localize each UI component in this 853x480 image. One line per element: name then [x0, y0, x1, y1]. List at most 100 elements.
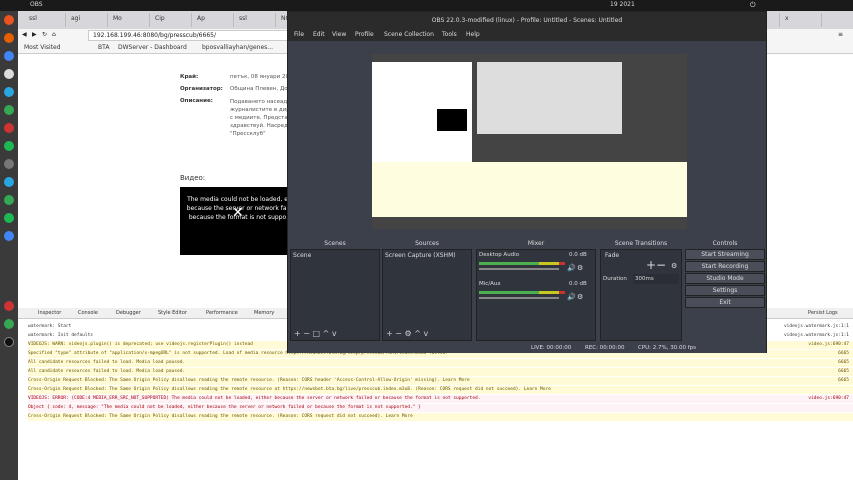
video-player[interactable]: The media could not be loaded, e because…: [180, 187, 295, 255]
source-item[interactable]: Screen Capture (XSHM): [385, 252, 471, 259]
add-icon[interactable]: +: [294, 329, 301, 338]
volume-slider[interactable]: [479, 268, 559, 270]
bookmark-genes[interactable]: bposvalliayhan/genes...: [202, 44, 273, 51]
volume-slider[interactable]: [479, 297, 559, 299]
sources-header: Sources: [382, 239, 472, 248]
obs-preview[interactable]: [372, 54, 687, 229]
exit-button[interactable]: Exit: [685, 297, 765, 308]
app-icon[interactable]: [4, 177, 14, 187]
app-icon[interactable]: [4, 231, 14, 241]
audio-meter: [539, 291, 559, 294]
console-message: VIDEOJS: ERROR: (CODE:4 MEDIA_ERR_SRC_NO…: [28, 396, 481, 401]
remove-icon[interactable]: −: [303, 329, 310, 338]
power-icon[interactable]: ⏻: [750, 1, 756, 10]
obs-menu-item[interactable]: Help: [466, 31, 480, 38]
console-source-link[interactable]: video.js:690:47: [808, 395, 849, 403]
obs-icon[interactable]: [4, 337, 14, 347]
settings-icon[interactable]: □: [313, 329, 321, 338]
app-icon[interactable]: [4, 301, 14, 311]
obs-menu-item[interactable]: Edit: [313, 31, 325, 38]
gear-icon[interactable]: ⚙: [405, 329, 412, 338]
files-icon[interactable]: [4, 69, 14, 79]
sources-panel: Screen Capture (XSHM) + − ⚙ ^ v: [382, 249, 472, 341]
obs-title: OBS 22.0.3-modified (linux) - Profile: U…: [288, 12, 766, 29]
console-line: Cross-Origin Request Blocked: The Same O…: [28, 413, 853, 421]
studio-mode-button[interactable]: Studio Mode: [685, 273, 765, 284]
console-source-link[interactable]: 6665: [838, 350, 849, 358]
duration-input[interactable]: 300ms: [633, 274, 679, 284]
browser-tab[interactable]: x: [782, 13, 822, 27]
back-icon[interactable]: ◀: [22, 31, 27, 38]
settings-button[interactable]: Settings: [685, 285, 765, 296]
console-source-link[interactable]: 6665: [838, 359, 849, 367]
bookmark-dwserver[interactable]: DWServer - Dashboard: [118, 44, 187, 51]
mixer-desktop-audio: Desktop Audio: [479, 252, 520, 258]
down-icon[interactable]: v: [332, 329, 337, 338]
devtools-tab[interactable]: Performance: [206, 310, 238, 316]
browser-tab[interactable]: ssl: [236, 13, 276, 27]
browser-tab[interactable]: Ap: [194, 13, 234, 27]
add-icon[interactable]: +: [386, 329, 393, 338]
firefox-icon[interactable]: [4, 33, 14, 43]
controls-header: Controls: [685, 239, 765, 248]
console-source-link[interactable]: video.js:690:47: [808, 341, 849, 349]
scene-controls: + − □ ^ v: [294, 329, 337, 338]
persist-logs-checkbox[interactable]: Persist Logs: [808, 310, 838, 316]
field-label: Описание:: [180, 98, 213, 104]
bookmark-most-visited[interactable]: Most Visited: [24, 44, 61, 51]
clock[interactable]: 19 2021: [610, 1, 635, 8]
devtools-tab[interactable]: Memory: [254, 310, 274, 316]
spotify-icon[interactable]: [4, 141, 14, 151]
app-icon[interactable]: [4, 319, 14, 329]
start-recording-button[interactable]: Start Recording: [685, 261, 765, 272]
browser-tab[interactable]: agi: [68, 13, 108, 27]
transition-select[interactable]: Fade: [605, 252, 619, 259]
app-icon[interactable]: [4, 105, 14, 115]
console-source-link[interactable]: 6665: [838, 377, 849, 385]
obs-menu-item[interactable]: Tools: [442, 31, 457, 38]
menu-icon[interactable]: ≡: [838, 31, 843, 38]
obs-menu-item[interactable]: Scene Collection: [384, 31, 434, 38]
app-icon[interactable]: [4, 195, 14, 205]
app-icon[interactable]: [4, 213, 14, 223]
speaker-icon[interactable]: 🔊: [567, 264, 576, 272]
obs-menu-item[interactable]: View: [332, 31, 346, 38]
audio-meter: [559, 291, 565, 294]
devtools-tab[interactable]: Debugger: [116, 310, 141, 316]
app-icon[interactable]: [4, 123, 14, 133]
gear-icon[interactable]: ⚙: [577, 293, 583, 301]
console-source-link[interactable]: videojs.watermark.js:1:1: [784, 323, 849, 331]
chrome-icon[interactable]: [4, 51, 14, 61]
browser-tab[interactable]: ssl: [26, 13, 66, 27]
close-icon[interactable]: ✕: [232, 206, 244, 220]
browser-tab[interactable]: Cip: [152, 13, 192, 27]
obs-menu-item[interactable]: File: [294, 31, 304, 38]
bookmark-bta[interactable]: BTA: [98, 44, 109, 51]
devtools-tab[interactable]: Console: [78, 310, 98, 316]
console-source-link[interactable]: 6665: [838, 368, 849, 376]
scene-item[interactable]: Scene: [293, 252, 311, 259]
home-icon[interactable]: ⌂: [52, 31, 56, 38]
app-icon[interactable]: [4, 87, 14, 97]
obs-menu-item[interactable]: Profile: [355, 31, 374, 38]
browser-tab[interactable]: Mo: [110, 13, 150, 27]
down-icon[interactable]: v: [423, 329, 428, 338]
up-icon[interactable]: ^: [414, 329, 421, 338]
remove-icon[interactable]: −: [395, 329, 402, 338]
console-message: Cross-Origin Request Blocked: The Same O…: [28, 378, 470, 383]
app-icon[interactable]: [4, 159, 14, 169]
ubuntu-icon[interactable]: [4, 15, 14, 25]
reload-icon[interactable]: ↻: [42, 31, 47, 38]
up-icon[interactable]: ^: [323, 329, 330, 338]
speaker-icon[interactable]: 🔊: [567, 293, 576, 301]
add-remove-icon[interactable]: +−: [646, 258, 666, 272]
start-streaming-button[interactable]: Start Streaming: [685, 249, 765, 260]
devtools-tab[interactable]: Inspector: [38, 310, 61, 316]
console-source-link[interactable]: videojs.watermark.js:1:1: [784, 332, 849, 340]
forward-icon[interactable]: ▶: [32, 31, 37, 38]
gear-icon[interactable]: ⚙: [671, 262, 677, 270]
devtools-tab[interactable]: Style Editor: [158, 310, 187, 316]
console-message: watermark: Start: [28, 324, 72, 329]
gear-icon[interactable]: ⚙: [577, 264, 583, 272]
transitions-panel: Fade +− ⚙ Duration 300ms: [600, 249, 682, 341]
